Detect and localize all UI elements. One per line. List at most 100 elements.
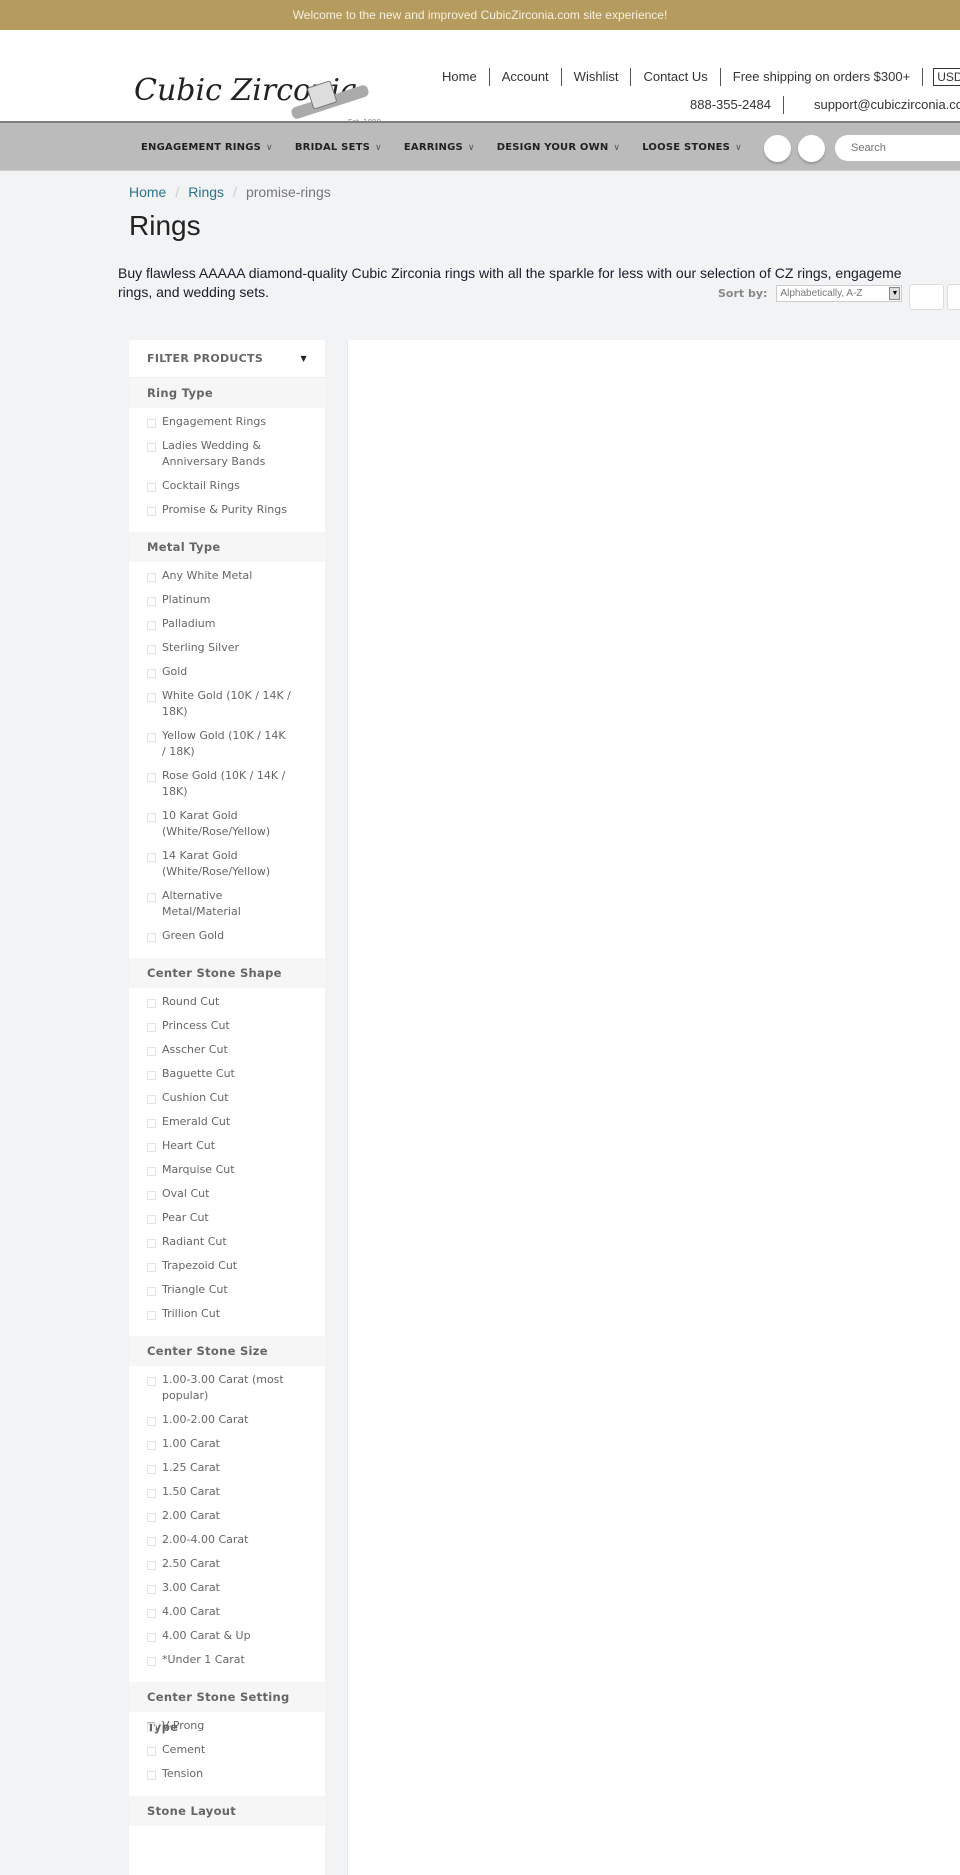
toplink-account[interactable]: Account [490, 68, 562, 86]
filter-option[interactable]: Engagement Rings [129, 410, 325, 434]
checkbox[interactable] [147, 773, 156, 782]
checkbox[interactable] [147, 1561, 156, 1570]
filter-option[interactable]: Alternative Metal/Material [129, 884, 325, 924]
checkbox[interactable] [147, 1239, 156, 1248]
filter-option[interactable]: Platinum [129, 588, 325, 612]
filter-option[interactable]: Gold [129, 660, 325, 684]
filter-option[interactable]: Cushion Cut [129, 1086, 325, 1110]
breadcrumb-home[interactable]: Home [129, 184, 166, 200]
checkbox[interactable] [147, 1633, 156, 1642]
filter-option[interactable]: Rose Gold (10K / 14K / 18K) [129, 764, 325, 804]
checkbox[interactable] [147, 1465, 156, 1474]
toplink-contact[interactable]: Contact Us [631, 68, 721, 86]
toplink-wishlist[interactable]: Wishlist [562, 68, 632, 86]
filter-option[interactable]: Yellow Gold (10K / 14K / 18K) [129, 724, 325, 764]
checkbox[interactable] [147, 1023, 156, 1032]
filter-option[interactable]: Heart Cut [129, 1134, 325, 1158]
filter-option[interactable]: 1.00-2.00 Carat [129, 1408, 325, 1432]
filter-option[interactable]: Princess Cut [129, 1014, 325, 1038]
filter-option[interactable]: Tension [129, 1762, 325, 1786]
filter-option[interactable]: 3.00 Carat [129, 1576, 325, 1600]
filter-products-toggle[interactable]: FILTER PRODUCTS ▼ [129, 340, 325, 378]
filter-option[interactable]: Cocktail Rings [129, 474, 325, 498]
checkbox[interactable] [147, 933, 156, 942]
checkbox[interactable] [147, 1771, 156, 1780]
grid-view-button[interactable] [909, 284, 944, 310]
checkbox[interactable] [147, 1119, 156, 1128]
currency-select[interactable]: USD [933, 68, 960, 86]
checkbox[interactable] [147, 733, 156, 742]
checkbox[interactable] [147, 443, 156, 452]
filter-option[interactable]: 1.50 Carat [129, 1480, 325, 1504]
checkbox[interactable] [147, 1537, 156, 1546]
filter-option[interactable]: Round Cut [129, 990, 325, 1014]
filter-option[interactable]: Palladium [129, 612, 325, 636]
checkbox[interactable] [147, 1747, 156, 1756]
checkbox[interactable] [147, 1311, 156, 1320]
checkbox[interactable] [147, 1071, 156, 1080]
checkbox[interactable] [147, 999, 156, 1008]
breadcrumb-rings[interactable]: Rings [188, 184, 224, 200]
cart-icon-button[interactable] [798, 135, 825, 162]
checkbox[interactable] [147, 1377, 156, 1386]
checkbox[interactable] [147, 1167, 156, 1176]
filter-option[interactable]: Promise & Purity Rings [129, 498, 325, 522]
checkbox[interactable] [147, 1215, 156, 1224]
filter-option[interactable]: Pear Cut [129, 1206, 325, 1230]
nav-engagement-rings[interactable]: ENGAGEMENT RINGS ∨ [141, 142, 273, 153]
filter-option[interactable]: 10 Karat Gold (White/Rose/Yellow) [129, 804, 325, 844]
filter-option[interactable]: 2.50 Carat [129, 1552, 325, 1576]
checkbox[interactable] [147, 1143, 156, 1152]
checkbox[interactable] [147, 483, 156, 492]
checkbox[interactable] [147, 621, 156, 630]
filter-option[interactable]: Emerald Cut [129, 1110, 325, 1134]
filter-option[interactable]: 1.25 Carat [129, 1456, 325, 1480]
checkbox[interactable] [147, 853, 156, 862]
nav-design-your-own[interactable]: DESIGN YOUR OWN ∨ [497, 142, 621, 153]
checkbox[interactable] [147, 1191, 156, 1200]
list-view-button[interactable] [947, 284, 960, 310]
checkbox[interactable] [147, 419, 156, 428]
checkbox[interactable] [147, 1287, 156, 1296]
checkbox[interactable] [147, 669, 156, 678]
nav-bridal-sets[interactable]: BRIDAL SETS ∨ [295, 142, 382, 153]
checkbox[interactable] [147, 1657, 156, 1666]
filter-option[interactable]: 1.00-3.00 Carat (most popular) [129, 1368, 325, 1408]
checkbox[interactable] [147, 693, 156, 702]
filter-option[interactable]: 14 Karat Gold (White/Rose/Yellow) [129, 844, 325, 884]
filter-option[interactable]: Any White Metal [129, 564, 325, 588]
filter-option[interactable]: 1.00 Carat [129, 1432, 325, 1456]
checkbox[interactable] [147, 1585, 156, 1594]
filter-option[interactable]: 4.00 Carat & Up [129, 1624, 325, 1648]
checkbox[interactable] [147, 813, 156, 822]
checkbox[interactable] [147, 893, 156, 902]
checkbox[interactable] [147, 1095, 156, 1104]
filter-option[interactable]: Trillion Cut [129, 1302, 325, 1326]
nav-loose-stones[interactable]: LOOSE STONES ∨ [642, 142, 742, 153]
email-link[interactable]: support@cubiczirconia.com [784, 96, 960, 114]
checkbox[interactable] [147, 1513, 156, 1522]
filter-option[interactable]: Asscher Cut [129, 1038, 325, 1062]
checkbox[interactable] [147, 573, 156, 582]
filter-option[interactable]: 2.00-4.00 Carat [129, 1528, 325, 1552]
checkbox[interactable] [147, 1489, 156, 1498]
search-input[interactable] [835, 135, 960, 161]
filter-option[interactable]: 4.00 Carat [129, 1600, 325, 1624]
checkbox[interactable] [147, 1441, 156, 1450]
checkbox[interactable] [147, 507, 156, 516]
filter-option[interactable]: Radiant Cut [129, 1230, 325, 1254]
filter-option[interactable]: Baguette Cut [129, 1062, 325, 1086]
checkbox[interactable] [147, 1047, 156, 1056]
filter-option[interactable]: Triangle Cut [129, 1278, 325, 1302]
filter-option[interactable]: Green Gold [129, 924, 325, 948]
filter-option[interactable]: Trapezoid Cut [129, 1254, 325, 1278]
account-icon-button[interactable] [764, 135, 791, 162]
filter-option[interactable]: *Under 1 Carat [129, 1648, 325, 1672]
nav-earrings[interactable]: EARRINGS ∨ [404, 142, 475, 153]
filter-option[interactable]: Marquise Cut [129, 1158, 325, 1182]
filter-option[interactable]: Ladies Wedding & Anniversary Bands [129, 434, 325, 474]
checkbox[interactable] [147, 1263, 156, 1272]
toplink-home[interactable]: Home [436, 68, 490, 86]
phone-link[interactable]: 888-355-2484 [690, 96, 784, 114]
checkbox[interactable] [147, 597, 156, 606]
